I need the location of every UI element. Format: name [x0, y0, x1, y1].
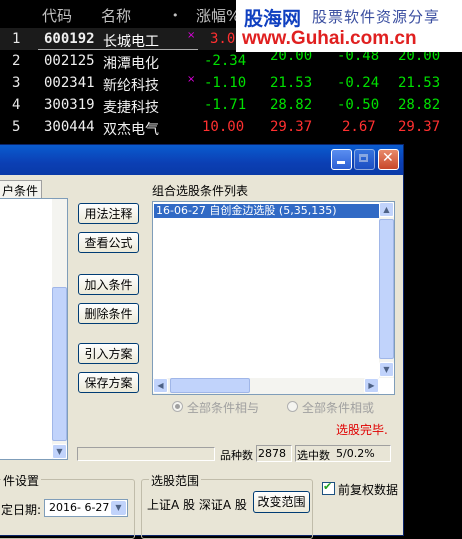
stock-name: 新纶科技: [103, 78, 159, 94]
last-price: 21.53: [398, 75, 441, 91]
price: 29.37: [270, 119, 313, 135]
stock-code: 300444: [44, 119, 95, 135]
combo-list-title: 组合选股条件列表: [152, 184, 249, 198]
table-row[interactable]: 5 300444 双杰电气 10.00 29.37 2.67 29.37: [0, 116, 462, 138]
price: 21.53: [270, 75, 313, 91]
watermark-banner: 股海网 股票软件资源分享 www.Guhai.com.cn: [236, 0, 462, 52]
stock-name: 长城电工: [103, 34, 159, 50]
row-index: 1: [12, 31, 21, 47]
watermark-url: www.Guhai.com.cn: [242, 28, 417, 49]
change-pct: -2.34: [204, 53, 247, 69]
restore-checkbox[interactable]: [322, 480, 335, 495]
maximize-icon[interactable]: [354, 149, 375, 170]
selected-box: [295, 445, 391, 462]
list-vscroll[interactable]: ▲ ▼: [379, 202, 394, 378]
save-plan-button[interactable]: 保存方案: [78, 372, 139, 393]
list-hscroll[interactable]: ◀ ▶: [153, 378, 379, 394]
minimize-icon[interactable]: [331, 149, 352, 170]
stock-name: 麦捷科技: [103, 100, 159, 116]
stock-code: 002341: [44, 75, 95, 91]
add-condition-button[interactable]: 加入条件: [78, 274, 139, 295]
combo-condition-list[interactable]: 16-06-27 自创金边选股 (5,35,135) ▲ ▼ ◀ ▶: [152, 201, 395, 395]
change: 2.67: [342, 119, 376, 135]
table-row[interactable]: 4 300319 麦捷科技 -1.71 28.82 -0.50 28.82: [0, 94, 462, 116]
settings-group-title: 件设置: [1, 472, 42, 489]
header-dot: •: [172, 9, 179, 22]
stock-name: 双杰电气: [103, 122, 159, 138]
row-index: 4: [12, 97, 21, 113]
change-pct: -1.71: [204, 97, 247, 113]
table-row[interactable]: 2 002125 湘潭电化 -2.34 20.00 -0.48 20.00: [0, 48, 462, 72]
change-pct: -1.10: [204, 75, 247, 91]
scroll-thumb[interactable]: [52, 287, 67, 441]
date-label: 定日期:: [1, 503, 42, 517]
stock-code: 300319: [44, 97, 95, 113]
header-change-pct[interactable]: 涨幅%: [196, 5, 240, 26]
scroll-left-icon[interactable]: ◀: [153, 378, 168, 393]
dialog-titlebar[interactable]: [0, 145, 403, 175]
view-formula-button[interactable]: 查看公式: [78, 232, 139, 253]
row-index: 3: [12, 75, 21, 91]
scroll-thumb[interactable]: [379, 219, 394, 359]
delete-condition-button[interactable]: 删除条件: [78, 303, 139, 324]
row-index: 2: [12, 53, 21, 69]
watermark-tagline: 股票软件资源分享: [312, 8, 441, 26]
range-group-title: 选股范围: [149, 472, 202, 489]
restore-label: 前复权数据: [338, 483, 399, 497]
table-row[interactable]: 3 002341 新纶科技 × -1.10 21.53 -0.24 21.53: [0, 72, 462, 94]
left-tab[interactable]: 户条件: [0, 180, 42, 198]
scroll-right-icon[interactable]: ▶: [364, 378, 379, 393]
mark-icon: ×: [187, 30, 196, 41]
watermark-logo: 股海网: [244, 8, 302, 30]
last-price: 29.37: [398, 119, 441, 135]
stock-code: 600192: [44, 31, 95, 47]
radio-all-and[interactable]: [172, 401, 183, 412]
chevron-down-icon[interactable]: ▼: [111, 501, 126, 515]
stock-code: 002125: [44, 53, 95, 69]
mark-icon: ×: [187, 74, 196, 85]
date-picker[interactable]: 2016- 6-27 ▼: [44, 499, 128, 517]
scroll-down-icon[interactable]: ▼: [52, 444, 67, 459]
condition-tree-scrollbar[interactable]: ▼: [52, 199, 67, 459]
header-name[interactable]: 名称: [101, 5, 131, 26]
list-item[interactable]: 16-06-27 自创金边选股 (5,35,135): [154, 204, 380, 218]
progress-bar: [77, 447, 215, 461]
close-icon[interactable]: [378, 149, 399, 170]
scroll-thumb[interactable]: [170, 378, 250, 393]
row-index: 5: [12, 119, 21, 135]
radio-all-or[interactable]: [287, 401, 298, 412]
header-code[interactable]: 代码: [42, 5, 72, 26]
status-text: 选股完毕.: [336, 423, 388, 437]
count-box: [256, 445, 292, 462]
range-text: 上证A 股 深证A 股: [147, 498, 247, 512]
radio-all-or-label: 全部条件相或: [302, 401, 375, 415]
change-range-button[interactable]: 改变范围: [253, 491, 310, 513]
price: 28.82: [270, 97, 313, 113]
stock-name: 湘潭电化: [103, 56, 159, 72]
count-label: 品种数: [220, 449, 253, 462]
change: -0.50: [337, 97, 380, 113]
date-value: 2016- 6-27: [49, 501, 110, 514]
usage-notes-button[interactable]: 用法注释: [78, 203, 139, 224]
left-tab-label: 户条件: [2, 184, 39, 198]
last-price: 28.82: [398, 97, 441, 113]
change: -0.24: [337, 75, 380, 91]
change-pct: 10.00: [202, 119, 245, 135]
radio-all-and-label: 全部条件相与: [187, 401, 260, 415]
scroll-up-icon[interactable]: ▲: [379, 202, 394, 217]
stock-selector-dialog: 户条件 ▼ 用法注释 查看公式 加入条件 删除条件 引入方案 保存方案 组合选股…: [0, 144, 404, 539]
import-plan-button[interactable]: 引入方案: [78, 343, 139, 364]
scroll-down-icon[interactable]: ▼: [379, 362, 394, 377]
